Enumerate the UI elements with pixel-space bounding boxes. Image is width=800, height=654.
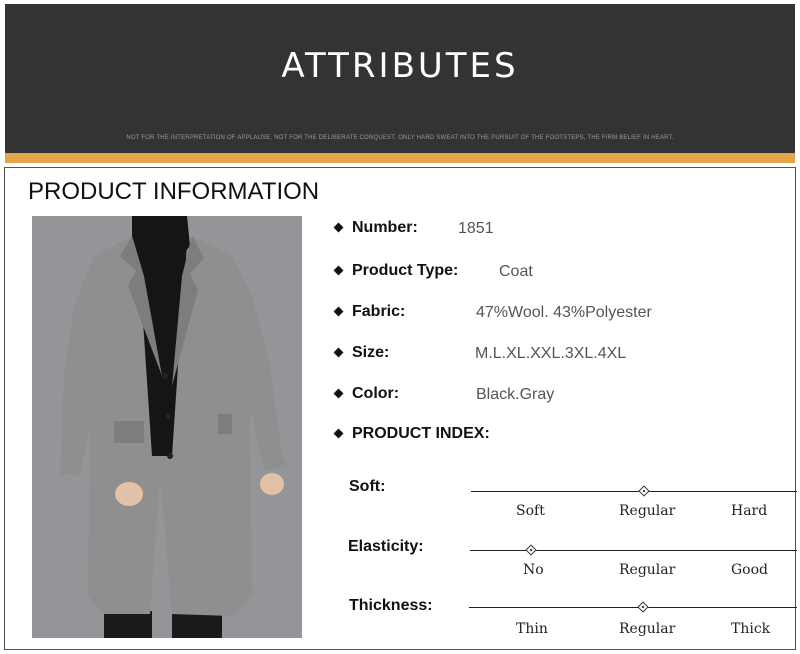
index-title: PRODUCT INDEX: [352,425,490,442]
attr-value: 47%Wool. 43%Polyester [476,304,652,321]
scale-option: Hard [731,503,768,519]
section-title: PRODUCT INFORMATION [28,178,320,205]
scale-option: Regular [619,562,676,578]
scale-option: Thick [731,621,771,637]
attr-value: 1851 [458,220,494,237]
index-label-soft: Soft: [349,478,386,495]
index-label-thickness: Thickness: [349,597,433,614]
attr-label: Color: [352,385,400,402]
scale-option: Regular [619,503,676,519]
attr-label: Product Type: [352,262,459,279]
scale-option: Regular [619,621,676,637]
scale-line [471,491,797,492]
attr-label: Number: [352,219,418,236]
scale-line [470,550,797,551]
attr-value: Coat [499,263,533,280]
scale-option: Good [731,562,769,578]
scale-line [469,607,797,608]
accent-bar [5,153,795,163]
banner-title: ATTRIBUTES [281,46,519,86]
scale-option: Soft [516,503,545,519]
attr-label: Size: [352,344,390,361]
attr-value: M.L.XL.XXL.3XL.4XL [475,345,627,362]
attr-value: Black.Gray [476,386,555,403]
scale-option: No [523,562,544,578]
attributes-banner: ATTRIBUTES NOT FOR THE INTERPRETATION OF… [5,4,795,153]
index-label-elasticity: Elasticity: [348,538,424,555]
scale-option: Thin [516,621,548,637]
attr-label: Fabric: [352,303,406,320]
banner-subtitle: NOT FOR THE INTERPRETATION OF APPLAUSE, … [126,135,674,141]
product-photo [32,216,302,638]
